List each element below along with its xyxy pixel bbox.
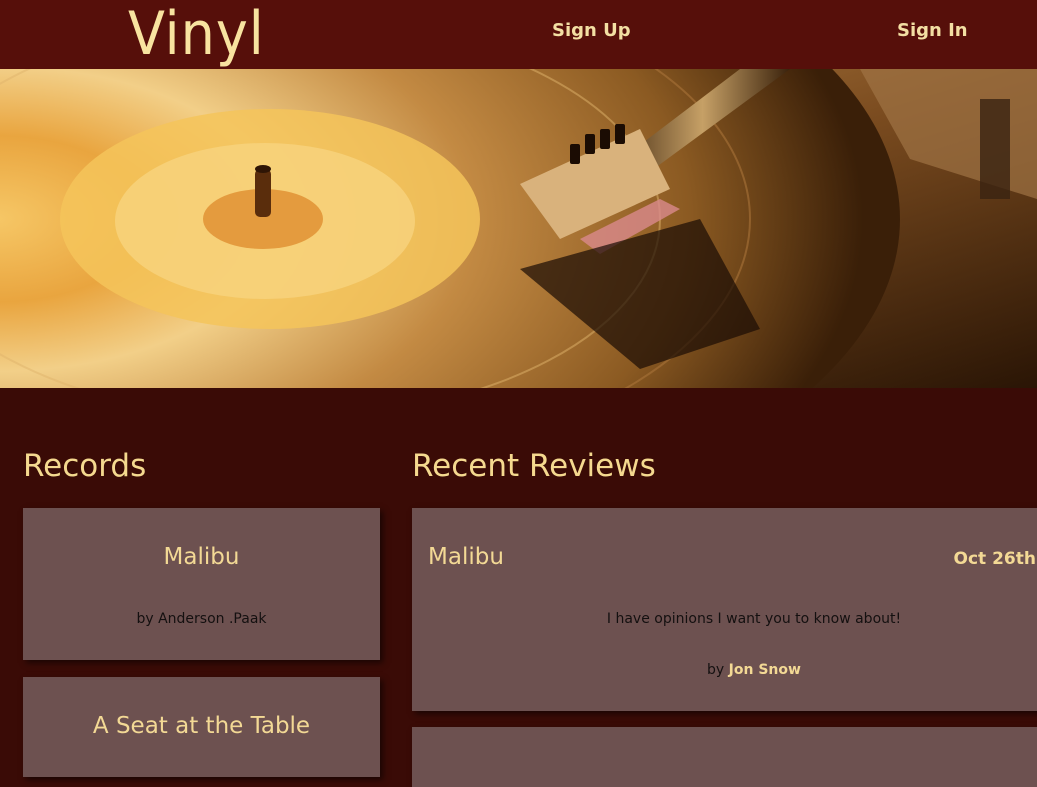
records-heading: Records [23,448,147,484]
navbar: Vinyl Sign Up Sign In [0,0,1037,69]
record-card[interactable]: Malibu by Anderson .Paak [23,508,380,660]
logo[interactable]: Vinyl [128,0,265,70]
review-by-label: by [707,662,725,678]
sign-up-link[interactable]: Sign Up [552,20,631,41]
record-title: A Seat at the Table [92,713,311,739]
review-card[interactable] [412,727,1037,787]
review-byline: by Jon Snow [412,662,1037,678]
review-card[interactable]: Malibu Oct 26th I have opinions I want y… [412,508,1037,711]
hero-turntable-image [0,69,1037,388]
record-card[interactable]: A Seat at the Table [23,677,380,777]
record-title: Malibu [163,544,240,570]
record-artist: by Anderson .Paak [136,611,267,627]
recent-reviews-heading: Recent Reviews [412,448,656,484]
review-title: Malibu [428,544,504,570]
turntable-illustration [0,69,1037,388]
review-author-link[interactable]: Jon Snow [729,662,801,678]
sign-in-link[interactable]: Sign In [897,20,968,41]
review-body: I have opinions I want you to know about… [606,611,902,627]
review-date: Oct 26th [953,549,1036,569]
